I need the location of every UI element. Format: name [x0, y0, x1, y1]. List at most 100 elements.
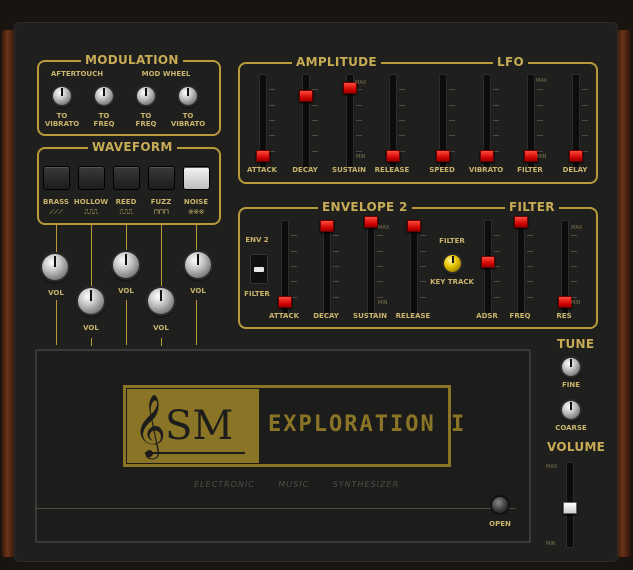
filter-freq-slider-track[interactable] [517, 220, 525, 314]
envelope2-decay-slider-track[interactable] [323, 220, 331, 314]
reed-label: REED [115, 198, 137, 206]
amplitude-release-slider-handle[interactable] [386, 150, 400, 162]
slider-tick [377, 296, 383, 298]
slider-tick [493, 104, 499, 106]
slider-tick [527, 235, 533, 237]
amplitude-title: AMPLITUDE [292, 55, 381, 69]
brass-vol-knob[interactable] [42, 254, 68, 280]
slider-tick [377, 235, 383, 237]
envelope2-attack-slider-handle[interactable] [278, 296, 292, 308]
filter-freq-slider-handle[interactable] [514, 216, 528, 228]
wire [161, 224, 162, 286]
coarse-tune-knob[interactable] [562, 401, 580, 419]
lfo-vibrato-slider-handle[interactable] [480, 150, 494, 162]
slider-tick [571, 266, 577, 267]
envelope2-decay-slider-handle[interactable] [320, 220, 334, 232]
aftertouch-label: AFTERTOUCH [50, 70, 104, 78]
filter-res-label: RES [556, 312, 572, 320]
amplitude-decay-slider-track[interactable] [302, 74, 310, 168]
volume-slider-handle[interactable] [563, 501, 577, 514]
open-button[interactable] [492, 497, 508, 513]
mod-knob-3-label: TO FREQ [135, 112, 157, 128]
slider-tick [527, 296, 533, 298]
filter-adsr-slider-handle[interactable] [481, 256, 495, 268]
envelope2-title: ENVELOPE 2 [318, 200, 412, 214]
display-subtitle: ELECTRONIC MUSIC SYNTHESIZER [194, 480, 400, 489]
display-divider [36, 508, 516, 509]
envelope2-sustain-slider-handle[interactable] [364, 216, 378, 228]
amplitude-decay-slider-handle[interactable] [299, 90, 313, 102]
reed-vol-knob[interactable] [113, 252, 139, 278]
envelope2-release-label: RELEASE [395, 312, 431, 320]
aftertouch-vibrato-knob[interactable] [53, 87, 71, 105]
lfo-filter-slider-handle[interactable] [524, 150, 538, 162]
reed-button[interactable] [113, 166, 140, 190]
modwheel-vibrato-knob[interactable] [179, 87, 197, 105]
brass-button[interactable] [43, 166, 70, 190]
vol-label: VOL [48, 289, 64, 297]
lfo-min-tick: MIN [537, 154, 547, 160]
slider-tick [269, 135, 275, 137]
hollow-vol-knob[interactable] [78, 288, 104, 314]
volume-min-tick: MIN [546, 541, 556, 547]
slider-tick [399, 135, 405, 137]
fuzz-label: FUZZ [150, 198, 172, 206]
lfo-delay-slider-handle[interactable] [569, 150, 583, 162]
slider-tick [494, 235, 500, 237]
fuzz-vol-knob[interactable] [148, 288, 174, 314]
mod-knob-1-label: TO VIBRATO [44, 112, 80, 128]
vol-label: VOL [153, 324, 169, 332]
noise-button[interactable] [183, 166, 210, 190]
filter-max-tick: MAX [571, 225, 583, 231]
slider-tick [420, 250, 426, 252]
filter-key-track-knob[interactable] [444, 255, 461, 272]
slider-tick [291, 281, 297, 283]
slider-tick [399, 120, 405, 121]
slider-tick [291, 250, 297, 252]
noise-vol-knob[interactable] [185, 252, 211, 278]
filter-toggle-label: FILTER [244, 290, 270, 298]
slider-tick [527, 250, 533, 252]
pulse-wave-icon: ⎍⎍⎍ [84, 208, 98, 216]
fuzz-button[interactable] [148, 166, 175, 190]
envelope2-sustain-label: SUSTAIN [353, 312, 387, 320]
filter-title: FILTER [505, 200, 559, 214]
env2-filter-toggle[interactable] [250, 254, 268, 284]
fine-tune-knob[interactable] [562, 358, 580, 376]
slider-tick [312, 104, 318, 106]
slider-tick [399, 89, 405, 91]
square-wave-icon: ⊓⊓⊓ [153, 208, 169, 216]
wire [196, 224, 197, 252]
noise-wave-icon: ※※※ [187, 208, 205, 216]
noise-label: NOISE [183, 198, 209, 206]
envelope2-release-slider-track[interactable] [410, 220, 418, 314]
lfo-speed-slider-handle[interactable] [436, 150, 450, 162]
envelope2-sustain-slider-track[interactable] [367, 220, 375, 314]
slider-tick [420, 235, 426, 237]
envelope2-release-slider-handle[interactable] [407, 220, 421, 232]
wire [126, 224, 127, 252]
slider-tick [537, 104, 543, 106]
synth-window: MODULATION AFTERTOUCH MOD WHEEL TO VIBRAT… [0, 0, 633, 570]
slider-tick [377, 250, 383, 252]
slider-tick [582, 89, 588, 91]
slider-tick [312, 135, 318, 137]
amplitude-attack-slider-handle[interactable] [256, 150, 270, 162]
aftertouch-freq-knob[interactable] [95, 87, 113, 105]
slider-tick [527, 266, 533, 267]
amplitude-decay-label: DECAY [292, 166, 318, 174]
slider-tick [449, 89, 455, 91]
slider-tick [537, 135, 543, 137]
slider-tick [582, 104, 588, 106]
open-label: OPEN [489, 520, 511, 528]
modwheel-freq-knob[interactable] [137, 87, 155, 105]
filter-res-slider-handle[interactable] [558, 296, 572, 308]
filter-min-tick: MIN [571, 300, 581, 306]
waveform-title: WAVEFORM [88, 140, 177, 154]
wire [56, 224, 57, 254]
slider-tick [449, 104, 455, 106]
wire [91, 338, 92, 346]
hollow-button[interactable] [78, 166, 105, 190]
amplitude-min-tick: MIN [356, 154, 366, 160]
brand-logo: SM [165, 403, 234, 449]
